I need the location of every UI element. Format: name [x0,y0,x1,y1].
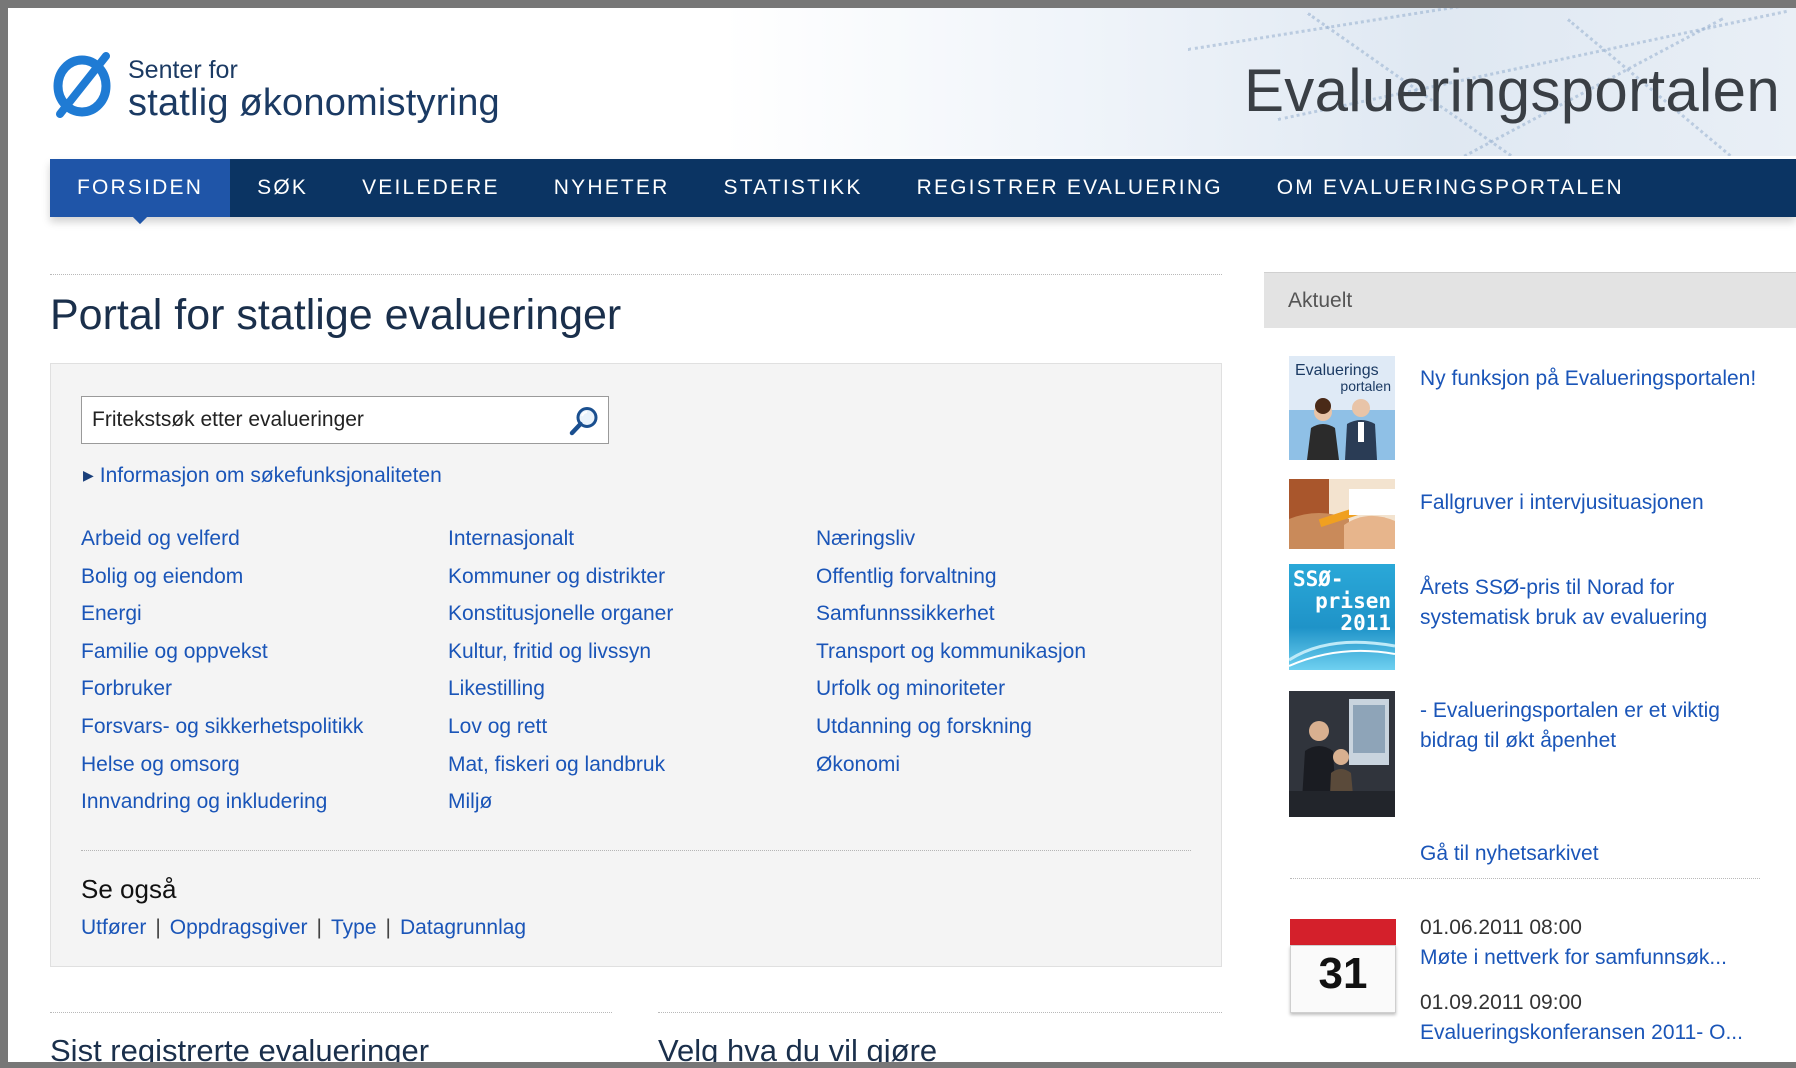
sidebar-heading: Aktuelt [1264,272,1796,328]
topic-link[interactable]: Lov og rett [448,715,673,753]
search-panel: ▶ Informasjon om søkefunksjonaliteten Arb… [50,363,1222,967]
search-info-link-label: Informasjon om søkefunksjonaliteten [99,464,442,487]
event-link[interactable]: Evalueringskonferansen 2011- O... [1420,1021,1743,1045]
calendar-header [1290,919,1396,945]
triangle-right-icon: ▶ [83,467,94,483]
news-link[interactable]: Ny funksjon på Evalueringsportalen! [1420,364,1760,394]
section-title-choose: Velg hva du vil gjøre [658,1033,938,1062]
divider [1290,878,1760,879]
topic-link[interactable]: Bolig og eiendom [81,565,363,603]
main-nav: FORSIDEN SØK VEILEDERE NYHETER STATISTIK… [50,159,1796,217]
see-also-link-oppdragsgiver[interactable]: Oppdragsgiver [170,916,308,939]
logo-o-slash-icon [53,52,111,118]
portal-title: Evalueringsportalen [1243,57,1780,124]
nav-item-registrer-evaluering[interactable]: REGISTRER EVALUERING [890,159,1250,217]
topic-link[interactable]: Internasjonalt [448,527,673,565]
section-title-recent: Sist registrerte evalueringer [50,1033,430,1062]
nav-item-om-evalueringsportalen[interactable]: OM EVALUERINGSPORTALEN [1250,159,1651,217]
thumb-logo-line2: portalen [1340,378,1391,394]
divider [658,1012,1222,1013]
topic-link[interactable]: Likestilling [448,677,673,715]
topic-column-2: Internasjonalt Kommuner og distrikter Ko… [448,527,673,828]
nav-item-nyheter[interactable]: NYHETER [527,159,697,217]
topic-link[interactable]: Forbruker [81,677,363,715]
topic-link[interactable]: Konstitusjonelle organer [448,602,673,640]
news-thumbnail[interactable]: Evaluerings portalen [1289,356,1395,460]
topic-link[interactable]: Miljø [448,790,673,828]
topic-link[interactable]: Familie og oppvekst [81,640,363,678]
topic-link[interactable]: Kultur, fritid og livssyn [448,640,673,678]
topic-link[interactable]: Transport og kommunikasjon [816,640,1086,678]
news-link[interactable]: Fallgruver i intervjusituasjonen [1420,488,1760,518]
topic-link[interactable]: Mat, fiskeri og landbruk [448,753,673,791]
nav-item-forsiden[interactable]: FORSIDEN [50,159,231,217]
topic-link[interactable]: Økonomi [816,753,1086,791]
logo-line1: Senter for [128,56,238,84]
nav-list: FORSIDEN SØK VEILEDERE NYHETER STATISTIK… [50,159,1796,217]
topic-link[interactable]: Urfolk og minoriteter [816,677,1086,715]
logo-line2: statlig økonomistyring [128,82,500,124]
event-link[interactable]: Møte i nettverk for samfunnsøk... [1420,946,1727,970]
divider [50,274,1222,275]
event-date: 01.09.2011 09:00 [1420,991,1582,1014]
news-link[interactable]: - Evalueringsportalen er et viktig bidra… [1420,696,1760,756]
nav-item-veiledere[interactable]: VEILEDERE [335,159,527,217]
separator: | [385,916,392,939]
search-info-link[interactable]: ▶ Informasjon om søkefunksjonaliteten [83,464,442,488]
topic-link[interactable]: Arbeid og velferd [81,527,363,565]
nav-item-sok[interactable]: SØK [230,159,335,217]
divider [50,1012,612,1013]
topic-link[interactable]: Næringsliv [816,527,1086,565]
separator: | [316,916,323,939]
news-thumbnail[interactable] [1289,479,1395,549]
see-also-link-utforer[interactable]: Utfører [81,916,146,939]
event-date: 01.06.2011 08:00 [1420,916,1582,939]
search-icon[interactable] [568,405,600,437]
site-header: Senter for statlig økonomistyring Evalue… [8,8,1796,156]
news-thumbnail[interactable] [1289,691,1395,817]
calendar-day: 31 [1318,949,1368,998]
divider [81,850,1191,851]
topic-column-3: Næringsliv Offentlig forvaltning Samfunn… [816,527,1086,790]
news-archive-link[interactable]: Gå til nyhetsarkivet [1420,842,1599,866]
topic-link[interactable]: Helse og omsorg [81,753,363,791]
topic-link[interactable]: Innvandring og inkludering [81,790,363,828]
see-also-title: Se også [81,874,177,904]
topic-column-1: Arbeid og velferd Bolig og eiendom Energ… [81,527,363,828]
page-title: Portal for statlige evalueringer [50,291,622,339]
news-link[interactable]: Årets SSØ-pris til Norad for systematisk… [1420,573,1760,633]
nav-item-statistikk[interactable]: STATISTIKK [697,159,890,217]
search-input[interactable] [82,397,562,443]
topic-link[interactable]: Utdanning og forskning [816,715,1086,753]
page: Senter for statlig økonomistyring Evalue… [8,8,1796,1062]
see-also-links: Utfører | Oppdragsgiver | Type | Datagrunnlag [81,916,526,940]
sidebar-heading-label: Aktuelt [1288,289,1353,312]
event-photo-icon [1289,691,1395,817]
news-thumbnail[interactable]: SSØ- prisen 2011 [1289,564,1395,670]
topic-link[interactable]: Samfunnssikkerhet [816,602,1086,640]
interview-photo-icon [1289,479,1395,549]
see-also-link-type[interactable]: Type [331,916,377,939]
topic-link[interactable]: Forsvars- og sikkerhetspolitikk [81,715,363,753]
topic-link[interactable]: Kommuner og distrikter [448,565,673,603]
see-also-link-datagrunnlag[interactable]: Datagrunnlag [400,916,526,939]
prize-graphic-icon [1289,640,1395,667]
calendar-icon: 31 [1290,919,1396,1015]
topic-link[interactable]: Energi [81,602,363,640]
separator: | [155,916,161,939]
topic-link[interactable]: Offentlig forvaltning [816,565,1086,603]
search-field-wrap [81,396,609,444]
